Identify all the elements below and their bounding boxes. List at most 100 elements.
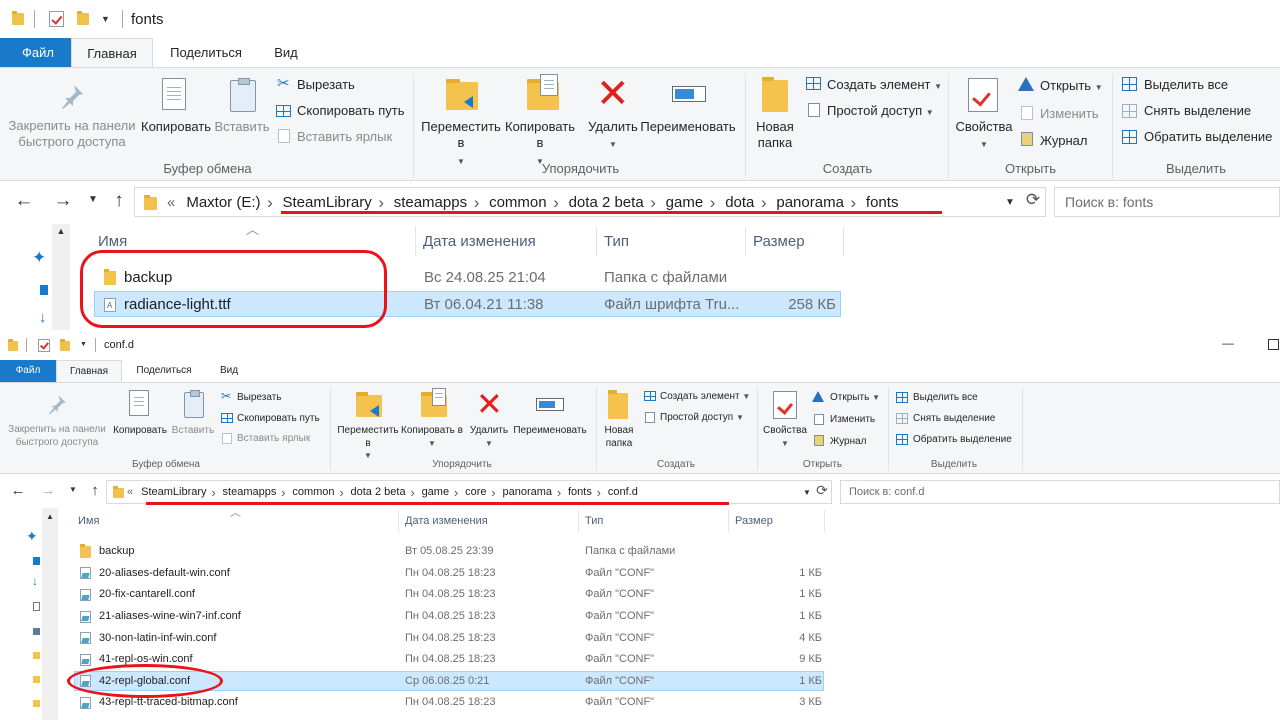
breadcrumb-item[interactable]: game	[422, 486, 450, 498]
search-input[interactable]: Поиск в: conf.d	[840, 480, 1280, 504]
copy-button[interactable]: Копировать	[111, 425, 169, 438]
column-separator[interactable]	[578, 510, 579, 532]
delete-button[interactable]: Удалить ▼	[466, 425, 512, 450]
cut-button[interactable]: Вырезать	[297, 77, 355, 92]
column-separator[interactable]	[824, 510, 825, 532]
column-header-type[interactable]: Тип	[585, 515, 603, 527]
history-button[interactable]: Журнал	[1040, 133, 1087, 148]
breadcrumb-item[interactable]: game	[666, 194, 704, 211]
copy-path-button[interactable]: Скопировать путь	[297, 103, 405, 118]
new-folder-quick-icon[interactable]	[77, 11, 89, 25]
properties-quick-icon[interactable]	[38, 339, 50, 352]
up-arrow-icon[interactable]: ↑	[86, 482, 104, 499]
back-arrow-icon[interactable]: ←	[12, 190, 36, 212]
new-item-button[interactable]: Создать элемент ▼	[660, 391, 750, 402]
properties-button[interactable]: Свойства ▼	[952, 119, 1016, 152]
customize-toolbar-icon[interactable]: ▼	[101, 14, 110, 24]
chevron-right-icon[interactable]: ›	[761, 193, 767, 213]
pin-button[interactable]: Закрепить на панели быстрого доступа	[4, 424, 110, 449]
chevron-right-icon[interactable]: ›	[454, 485, 458, 500]
breadcrumb-item[interactable]: dota	[725, 194, 754, 211]
easy-access-button[interactable]: Простой доступ ▼	[827, 103, 934, 118]
search-input[interactable]: Поиск в: fonts	[1054, 187, 1280, 217]
forward-arrow-icon[interactable]: →	[51, 190, 75, 212]
column-header-name[interactable]: Имя	[98, 233, 127, 250]
scrollbar[interactable]	[52, 224, 70, 330]
tab-home[interactable]: Главная	[56, 360, 122, 383]
new-folder-button[interactable]: Новая папка	[750, 119, 800, 152]
copy-path-button[interactable]: Скопировать путь	[237, 413, 320, 424]
tab-home[interactable]: Главная	[71, 38, 153, 68]
column-separator[interactable]	[415, 226, 416, 256]
breadcrumb-item[interactable]: Maxtor (E:)	[186, 194, 260, 211]
chevron-right-icon[interactable]: ›	[211, 485, 215, 500]
chevron-right-icon[interactable]: ›	[474, 193, 480, 213]
up-arrow-icon[interactable]: ↑	[108, 190, 130, 212]
paste-button[interactable]: Вставить	[170, 425, 216, 438]
chevron-right-icon[interactable]: ›	[378, 193, 384, 213]
chevron-right-icon[interactable]: ›	[410, 485, 414, 500]
chevron-right-icon[interactable]: ›	[553, 193, 559, 213]
chevron-right-icon[interactable]: ›	[491, 485, 495, 500]
column-separator[interactable]	[745, 226, 746, 256]
new-folder-quick-icon[interactable]	[60, 339, 70, 351]
chevron-right-icon[interactable]: ›	[710, 193, 716, 213]
column-header-name[interactable]: Имя	[78, 515, 99, 527]
chevron-right-icon[interactable]: ›	[281, 485, 285, 500]
tab-file[interactable]: Файл	[0, 360, 56, 382]
tab-view[interactable]: Вид	[256, 38, 316, 67]
breadcrumb-item[interactable]: steamapps	[223, 486, 277, 498]
customize-toolbar-icon[interactable]: ▼	[80, 341, 87, 348]
paste-shortcut-button[interactable]: Вставить ярлык	[297, 129, 392, 144]
maximize-icon[interactable]	[1268, 339, 1279, 350]
breadcrumb-item[interactable]: SteamLibrary	[283, 194, 372, 211]
new-folder-button[interactable]: Новая папка	[600, 425, 638, 450]
new-item-button[interactable]: Создать элемент ▼	[827, 77, 942, 92]
column-separator[interactable]	[843, 226, 844, 256]
select-all-button[interactable]: Выделить все	[1144, 77, 1228, 92]
column-header-date[interactable]: Дата изменения	[423, 233, 536, 250]
chevron-right-icon[interactable]: ›	[267, 193, 273, 213]
recent-locations-icon[interactable]: ▼	[67, 485, 79, 494]
edit-button[interactable]: Изменить	[830, 414, 875, 425]
copy-button[interactable]: Копировать	[139, 119, 213, 135]
breadcrumb-overflow[interactable]: «	[167, 194, 175, 211]
breadcrumb-overflow[interactable]: «	[127, 486, 133, 498]
breadcrumb-item[interactable]: fonts	[568, 486, 592, 498]
history-button[interactable]: Журнал	[830, 436, 867, 447]
breadcrumb-item[interactable]: panorama	[776, 194, 844, 211]
forward-arrow-icon[interactable]: →	[38, 482, 58, 499]
breadcrumb-item[interactable]: conf.d	[608, 486, 638, 498]
edit-button[interactable]: Изменить	[1040, 106, 1099, 121]
breadcrumb-item[interactable]: steamapps	[394, 194, 467, 211]
column-header-type[interactable]: Тип	[604, 233, 629, 250]
column-separator[interactable]	[728, 510, 729, 532]
scrollbar[interactable]	[42, 508, 58, 720]
properties-quick-icon[interactable]	[49, 11, 64, 27]
properties-button[interactable]: Свойства ▼	[760, 425, 810, 450]
breadcrumb-item[interactable]: dota 2 beta	[569, 194, 644, 211]
move-to-button[interactable]: Переместить в ▼	[334, 425, 402, 463]
breadcrumb-item[interactable]: dota 2 beta	[351, 486, 406, 498]
select-none-button[interactable]: Снять выделение	[913, 413, 995, 424]
tab-share[interactable]: Поделиться	[125, 360, 203, 382]
column-separator[interactable]	[398, 510, 399, 532]
scroll-up-icon[interactable]: ▲	[42, 512, 58, 521]
paste-shortcut-button[interactable]: Вставить ярлык	[237, 433, 310, 444]
refresh-icon[interactable]: ⟳	[812, 482, 832, 499]
paste-button[interactable]: Вставить	[212, 119, 272, 135]
pin-button[interactable]: Закрепить на панели быстрого доступа	[5, 118, 139, 151]
column-header-size[interactable]: Размер	[735, 515, 773, 527]
tab-file[interactable]: Файл	[0, 38, 76, 67]
chevron-right-icon[interactable]: ›	[339, 485, 343, 500]
select-all-button[interactable]: Выделить все	[913, 392, 978, 403]
column-header-date[interactable]: Дата изменения	[405, 515, 488, 527]
chevron-right-icon[interactable]: ›	[650, 193, 656, 213]
rename-button[interactable]: Переименовать	[638, 119, 738, 135]
invert-selection-button[interactable]: Обратить выделение	[913, 434, 1012, 445]
delete-button[interactable]: Удалить ▼	[582, 119, 644, 152]
breadcrumb-item[interactable]: panorama	[502, 486, 552, 498]
column-header-size[interactable]: Размер	[753, 233, 805, 250]
back-arrow-icon[interactable]: ←	[8, 482, 28, 499]
copy-to-button[interactable]: Копировать в ▼	[400, 425, 464, 450]
